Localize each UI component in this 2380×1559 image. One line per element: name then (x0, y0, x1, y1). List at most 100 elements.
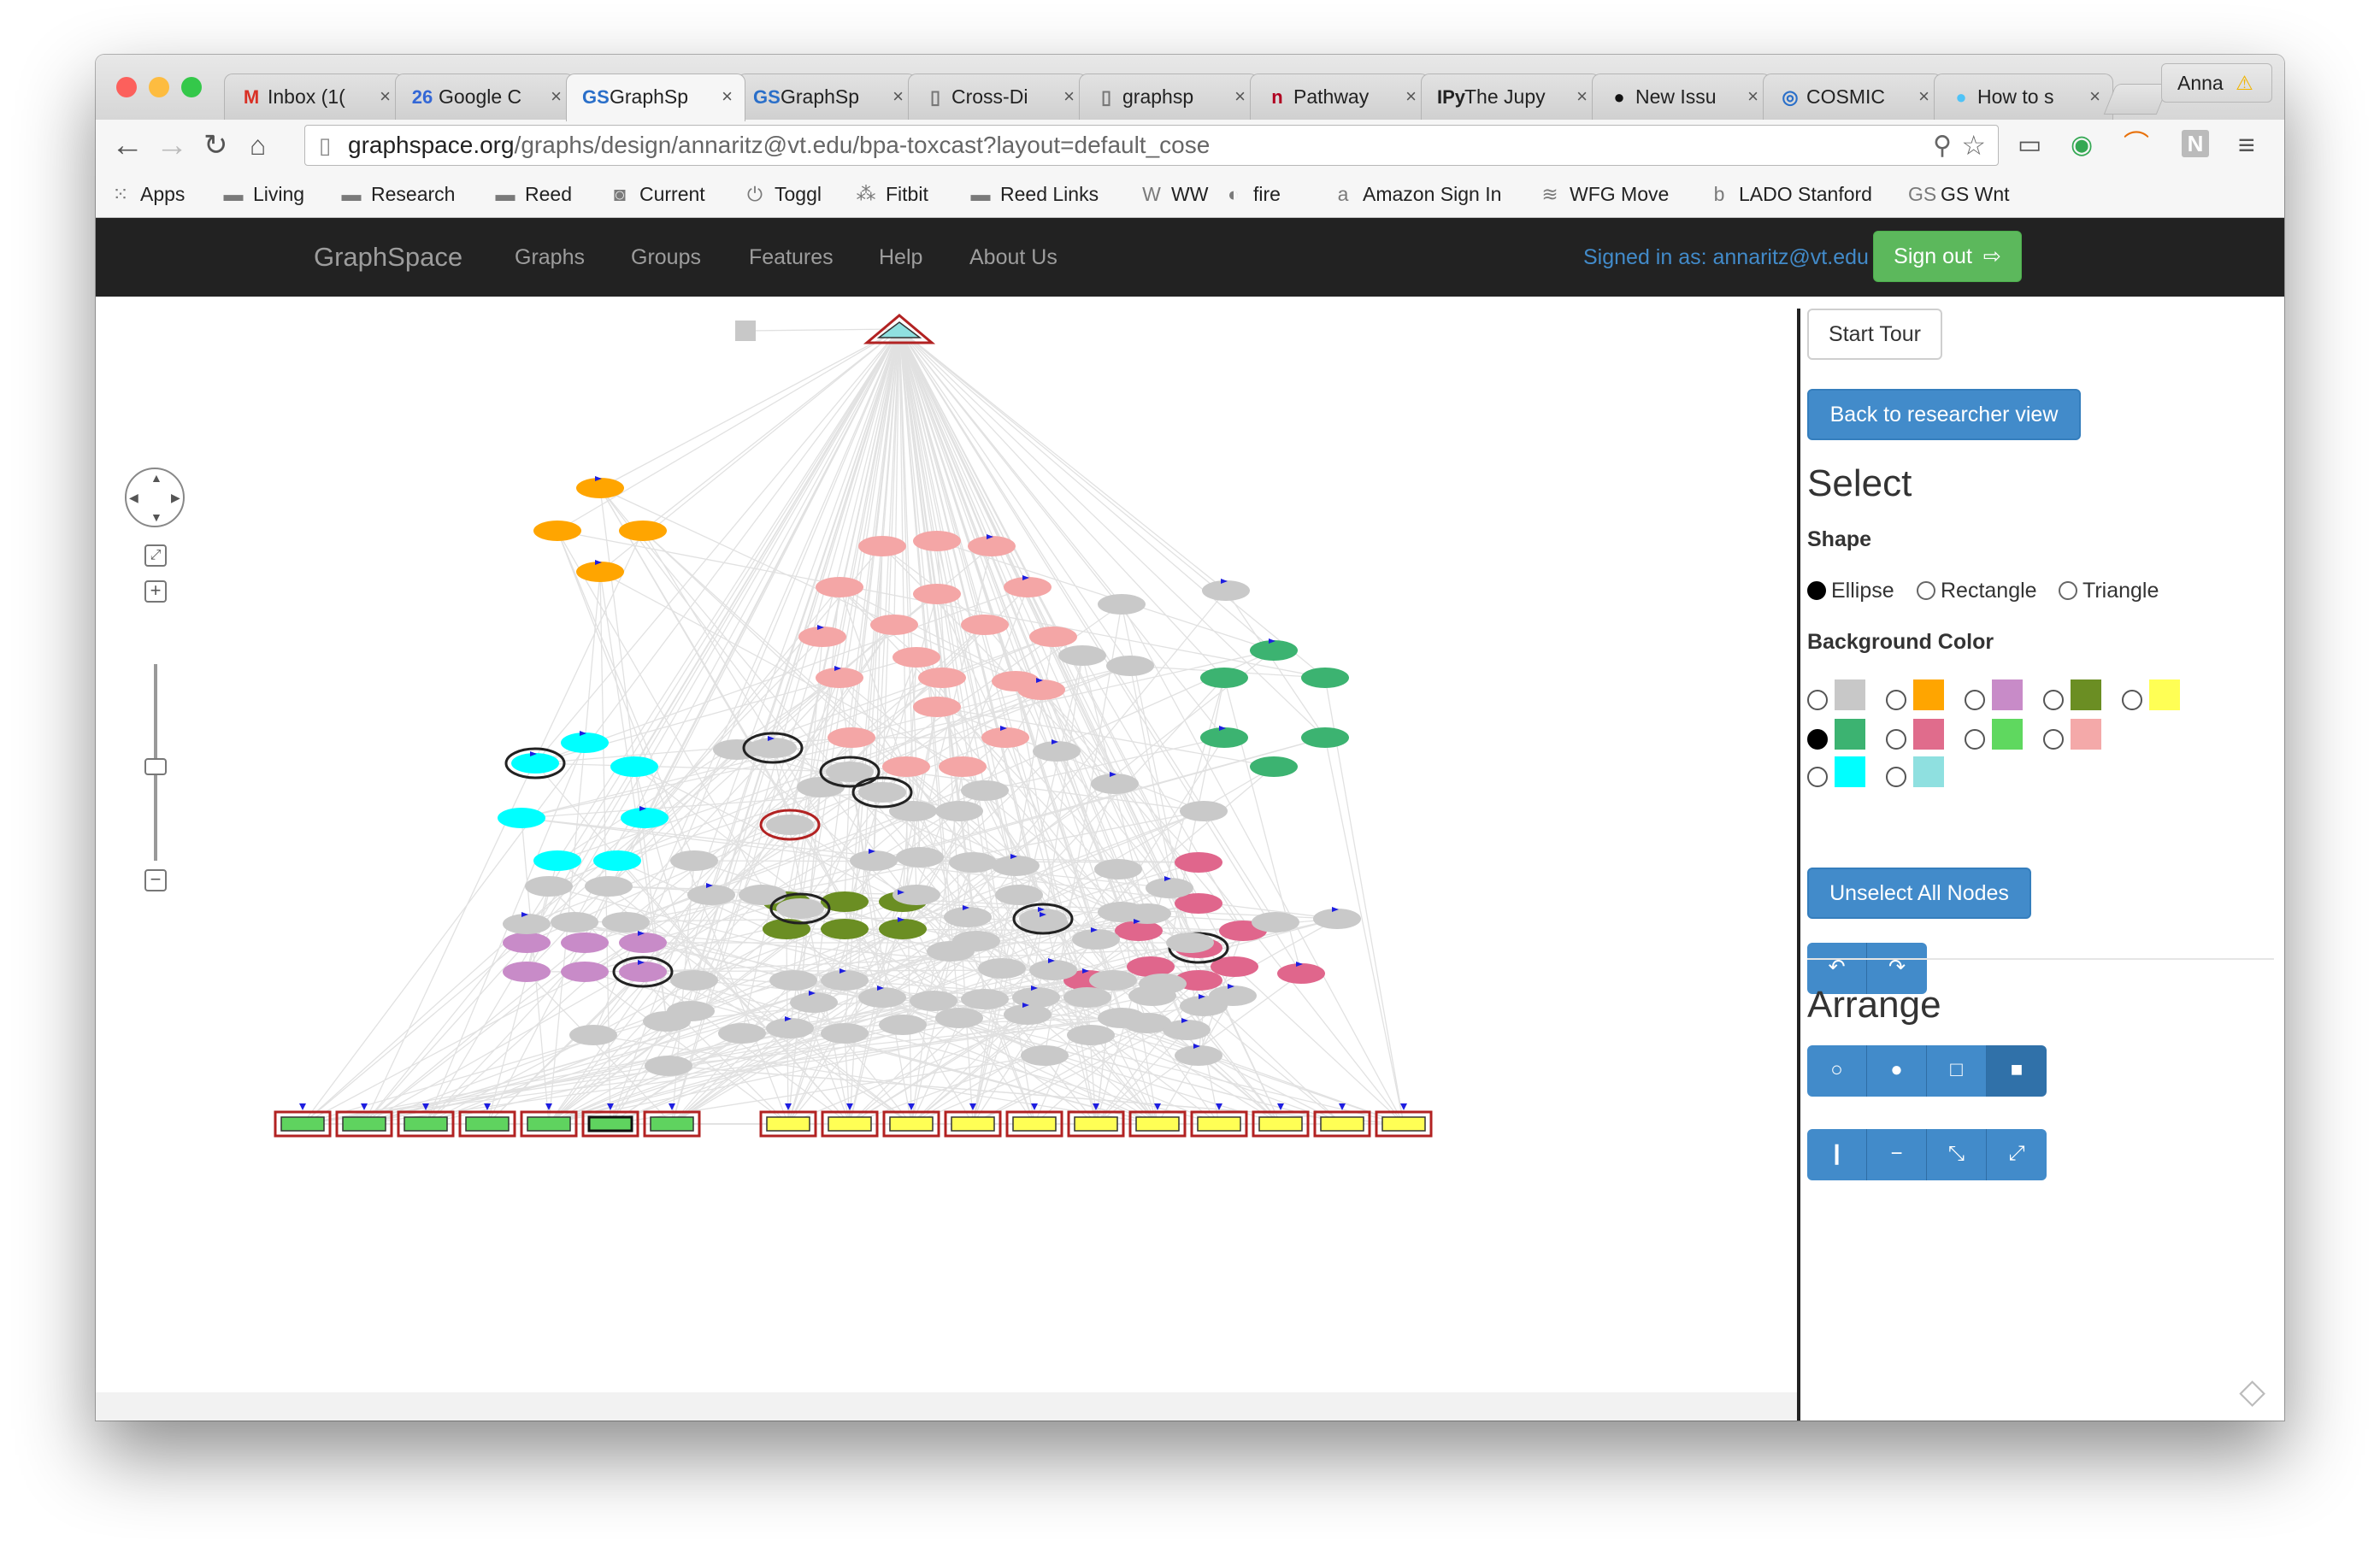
graph-node[interactable] (913, 584, 961, 604)
node-ellipse[interactable] (1277, 963, 1325, 984)
graph-node[interactable] (561, 932, 609, 953)
color-option[interactable] (1807, 756, 1876, 787)
graph-node[interactable] (913, 697, 961, 717)
color-checkbox[interactable] (1886, 729, 1906, 750)
bookmark-item[interactable]: ⏻ Toggl (742, 173, 822, 217)
tab-close-icon[interactable]: × (380, 74, 391, 119)
bookmark-item[interactable]: ⁂ Fitbit (853, 173, 928, 217)
node-ellipse[interactable] (1004, 577, 1052, 597)
rect-node[interactable] (650, 1116, 694, 1132)
shape-triangle-option[interactable]: Triangle (2059, 579, 2159, 603)
graph-node[interactable] (1180, 801, 1228, 821)
node-ellipse[interactable] (776, 898, 824, 919)
graph-node[interactable] (892, 885, 940, 905)
graph-node[interactable] (1163, 1020, 1211, 1040)
graph-node[interactable] (850, 850, 898, 871)
color-option[interactable] (1807, 719, 1876, 750)
node-ellipse[interactable] (821, 891, 869, 912)
graph-node[interactable] (621, 808, 669, 828)
graph-node[interactable] (1250, 640, 1298, 661)
node-ellipse[interactable] (1012, 987, 1060, 1008)
graph-node[interactable] (918, 668, 966, 688)
node-ellipse[interactable] (968, 536, 1016, 556)
node-ellipse[interactable] (1029, 960, 1077, 980)
node-ellipse[interactable] (1250, 640, 1298, 661)
graph-node[interactable] (1301, 668, 1349, 688)
node-ellipse[interactable] (1166, 932, 1214, 953)
graph-node[interactable] (944, 907, 992, 927)
rect-node[interactable] (1258, 1116, 1303, 1132)
node-ellipse[interactable] (569, 1025, 617, 1045)
node-ellipse[interactable] (1029, 627, 1077, 647)
unselect-all-nodes-button[interactable]: Unselect All Nodes (1807, 868, 2031, 919)
zoom-in-button[interactable]: + (144, 580, 167, 603)
node-ellipse[interactable] (939, 756, 987, 777)
node-ellipse[interactable] (1072, 929, 1120, 950)
node-ellipse[interactable] (892, 647, 940, 668)
graph-node[interactable] (1209, 985, 1257, 1006)
expand-icon[interactable]: ⤢ (1987, 1129, 2047, 1180)
compress-icon[interactable]: ⤡ (1927, 1129, 1987, 1180)
browser-tab[interactable]: GSGraphSp × (566, 74, 745, 121)
graph-node[interactable] (1058, 645, 1106, 666)
tab-close-icon[interactable]: × (1234, 74, 1246, 119)
node-ellipse[interactable] (1200, 668, 1248, 688)
node-ellipse[interactable] (511, 753, 559, 774)
graph-node[interactable] (939, 756, 987, 777)
rect-node[interactable] (280, 1116, 325, 1132)
graph-node[interactable] (670, 850, 718, 871)
graph-node[interactable] (961, 780, 1009, 801)
close-window-button[interactable] (116, 77, 137, 97)
graph-node[interactable] (816, 577, 863, 597)
vertical-align-icon[interactable]: ❙ (1807, 1129, 1867, 1180)
pan-up-icon[interactable]: ▲ (150, 471, 162, 485)
star-icon[interactable]: ☆ (1961, 129, 1986, 162)
node-ellipse[interactable] (1146, 878, 1193, 898)
graph-node[interactable] (1252, 912, 1299, 932)
graph-node[interactable] (1063, 987, 1111, 1008)
color-checkbox[interactable] (1886, 690, 1906, 710)
node-ellipse[interactable] (1098, 594, 1146, 615)
node-ellipse[interactable] (961, 780, 1009, 801)
graph-node[interactable] (1098, 594, 1146, 615)
browser-tab[interactable]: M Inbox (1(× (224, 74, 404, 120)
color-option[interactable] (2043, 679, 2112, 710)
menu-icon[interactable]: ≡ (2238, 130, 2255, 161)
color-checkbox[interactable] (2043, 690, 2064, 710)
graph-node[interactable] (569, 1025, 617, 1045)
minimize-window-button[interactable] (149, 77, 169, 97)
square-outline-icon[interactable]: □ (1927, 1045, 1987, 1097)
bookmark-item[interactable]: ◐ fire (1221, 173, 1281, 217)
node-ellipse[interactable] (1091, 774, 1139, 794)
node-ellipse[interactable] (858, 536, 906, 556)
graph-node[interactable] (1012, 903, 1074, 935)
graph-node[interactable] (995, 885, 1043, 905)
graph-node[interactable] (1004, 1004, 1052, 1025)
node-ellipse[interactable] (1106, 656, 1154, 676)
graph-node[interactable] (619, 521, 667, 541)
zoom-slider-handle[interactable] (144, 758, 167, 775)
nav-features[interactable]: Features (749, 218, 834, 297)
graph-node[interactable] (742, 732, 804, 764)
node-ellipse[interactable] (687, 885, 735, 905)
graph-node[interactable] (1313, 909, 1361, 929)
graph-node[interactable] (1017, 679, 1065, 700)
node-ellipse[interactable] (858, 782, 906, 803)
node-ellipse[interactable] (1301, 727, 1349, 748)
rect-node[interactable] (1012, 1116, 1057, 1132)
node-ellipse[interactable] (619, 521, 667, 541)
node-ellipse[interactable] (619, 932, 667, 953)
graph-node[interactable] (892, 647, 940, 668)
rect-node[interactable] (404, 1116, 448, 1132)
graph-node[interactable] (687, 885, 735, 905)
graph-node[interactable] (1301, 727, 1349, 748)
rect-node[interactable] (889, 1116, 934, 1132)
node-ellipse[interactable] (816, 577, 863, 597)
graph-node[interactable] (1098, 1008, 1146, 1028)
graph-node[interactable] (981, 727, 1029, 748)
node-ellipse[interactable] (670, 970, 718, 991)
graph-node[interactable] (561, 962, 609, 982)
node-ellipse[interactable] (910, 991, 957, 1011)
extension-rainbow-icon[interactable]: ⌒ (2124, 130, 2149, 161)
circle-filled-icon[interactable]: ● (1867, 1045, 1927, 1097)
